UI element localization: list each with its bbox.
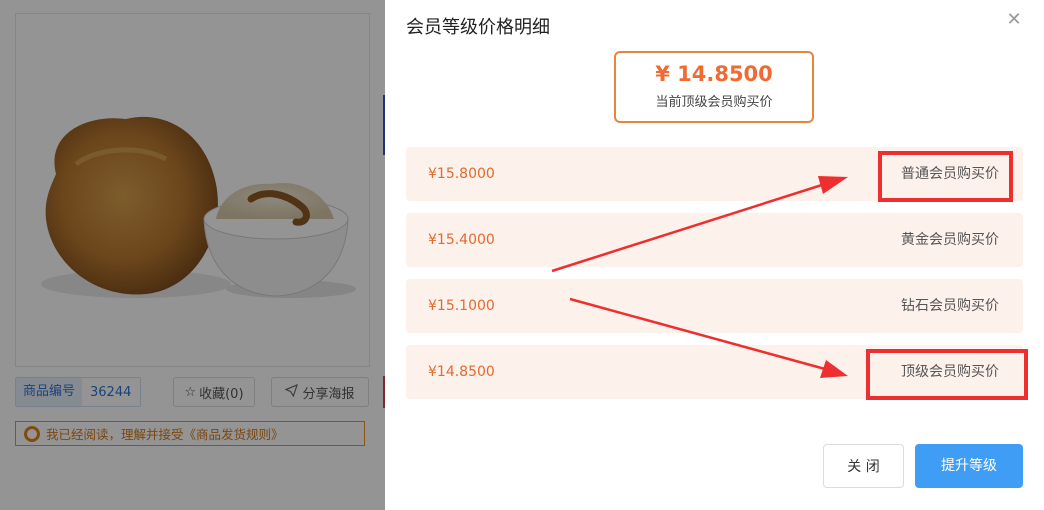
product-page: 商品编号 36244 ☆ 收藏(0) 分享海报 我已经阅读，理解并接受《商品发货… [0, 0, 386, 510]
top-price-label: 当前顶级会员购买价 [655, 95, 773, 110]
modal-overlay[interactable] [0, 0, 385, 510]
level-name: 钻石会员购买价 [901, 298, 999, 314]
level-price: ¥14.8500 [428, 364, 495, 380]
level-price: ¥15.8000 [428, 166, 495, 182]
drawer-title: 会员等级价格明细 [406, 17, 550, 38]
level-row-gold: ¥15.4000 黄金会员购买价 [406, 213, 1023, 267]
close-button[interactable]: 关 闭 [823, 444, 904, 488]
level-price: ¥15.1000 [428, 298, 495, 314]
highlight-box-regular [878, 151, 1013, 202]
member-price-drawer: 会员等级价格明细 ✕ ¥ 14.8500 当前顶级会员购买价 ¥15.8000 … [385, 0, 1044, 510]
level-price: ¥15.4000 [428, 232, 495, 248]
level-row-diamond: ¥15.1000 钻石会员购买价 [406, 279, 1023, 333]
top-price-value: ¥ 14.8500 [655, 62, 773, 86]
highlight-box-top [866, 349, 1028, 400]
upgrade-level-button[interactable]: 提升等级 [915, 444, 1023, 488]
top-price-card: ¥ 14.8500 当前顶级会员购买价 [614, 51, 814, 123]
close-icon[interactable]: ✕ [1005, 11, 1023, 29]
level-name: 黄金会员购买价 [901, 232, 999, 248]
